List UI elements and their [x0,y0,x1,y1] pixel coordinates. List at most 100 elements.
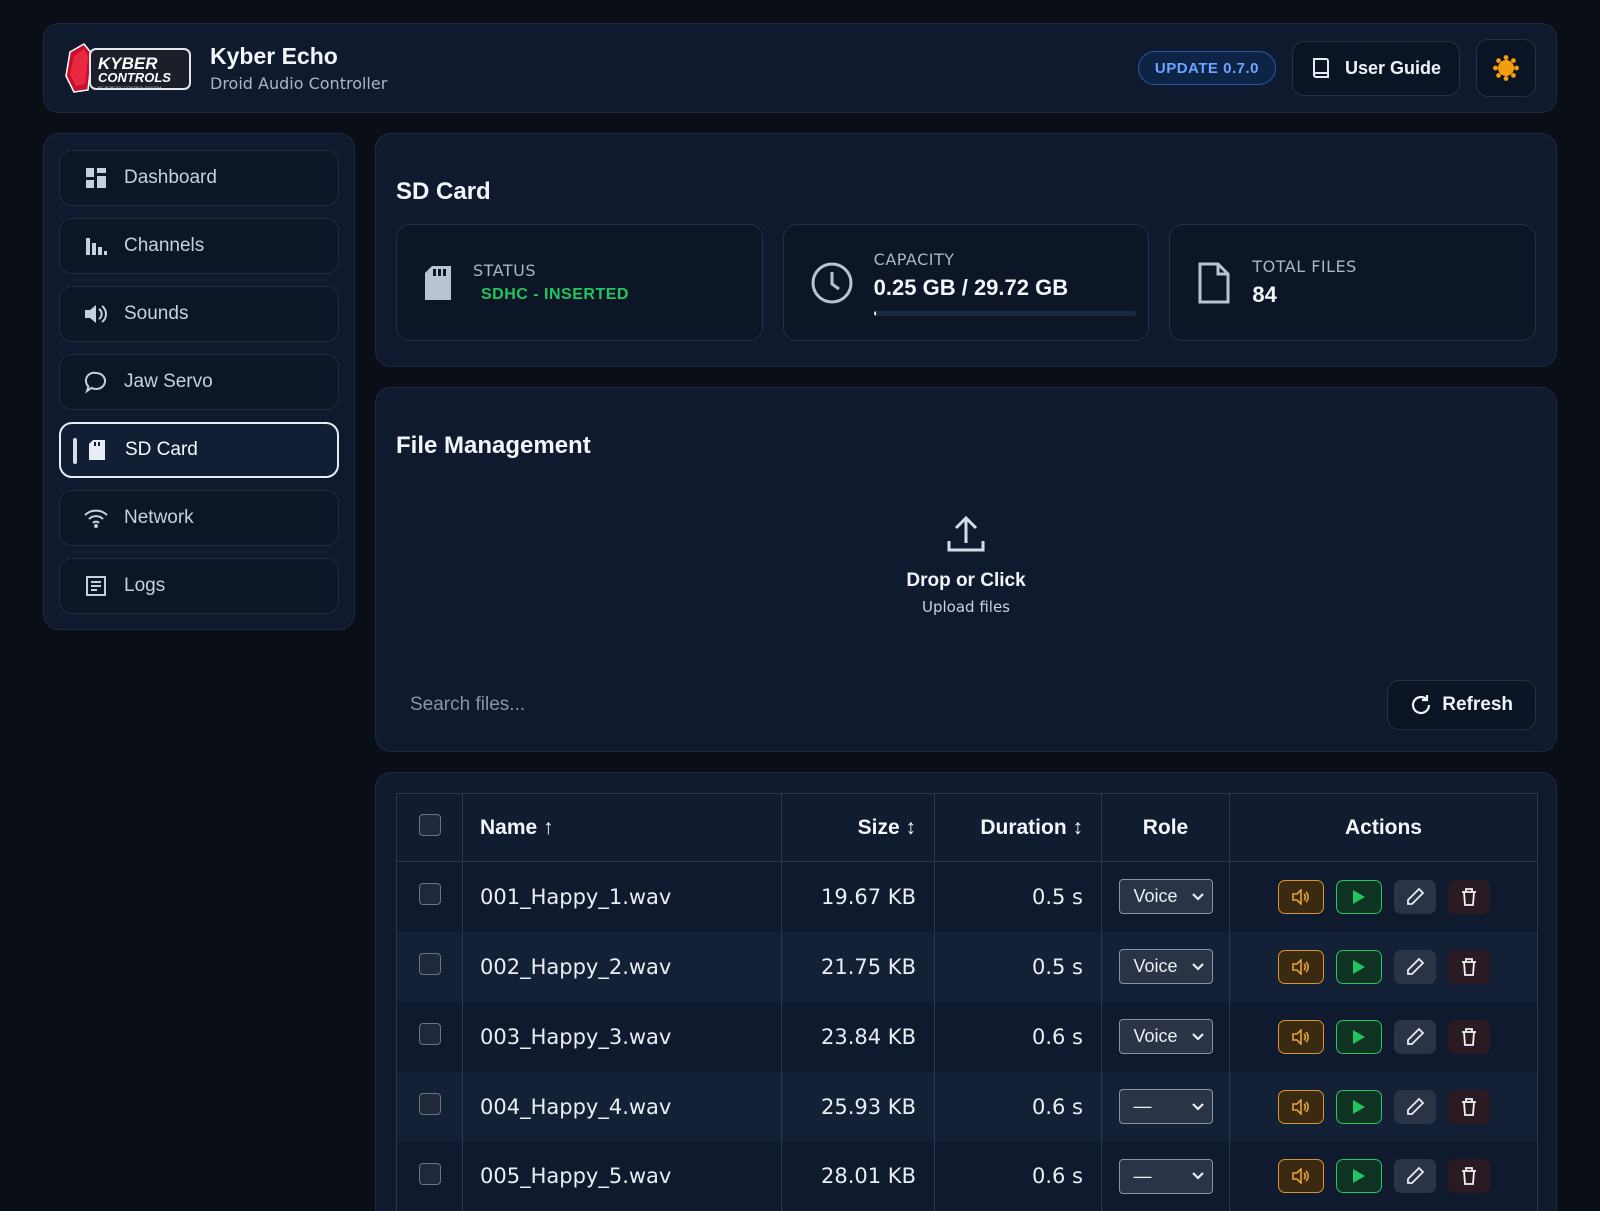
file-icon [1198,262,1230,303]
sidebar-item-label: Channels [124,235,205,256]
name-column-header[interactable]: Name ↑ [462,793,782,862]
speaker-icon [84,302,108,326]
volume-icon [1291,958,1309,975]
sidebar-item-channels[interactable]: Channels [59,218,339,274]
role-select-value: Voice [1133,886,1178,907]
size-column-header[interactable]: Size ↕ [781,793,935,862]
logo-text-bottom: CONTROLS [98,70,171,85]
sidebar-item-network[interactable]: Network [59,490,339,546]
set-role-sound-button[interactable] [1277,1019,1324,1054]
delete-button[interactable] [1447,1159,1490,1194]
file-size-cell: 23.84 KB [781,1001,935,1072]
refresh-button[interactable]: Refresh [1387,680,1536,730]
file-management-title: File Management [396,432,591,459]
role-select[interactable]: Voice [1118,879,1213,915]
rename-button[interactable] [1393,879,1436,914]
rename-button[interactable] [1393,1019,1436,1054]
rename-button[interactable] [1393,949,1436,984]
play-icon [1352,1099,1365,1114]
role-select-value: — [1133,1165,1152,1186]
play-icon [1352,889,1365,904]
book-icon [1312,58,1329,78]
volume-icon [1291,888,1309,905]
file-duration-cell: 0.6 s [934,1141,1102,1211]
row-checkbox[interactable] [418,953,441,975]
select-all-checkbox[interactable] [418,813,441,836]
play-button[interactable] [1335,1089,1382,1124]
delete-button[interactable] [1447,949,1490,984]
sidebar-item-label: Jaw Servo [124,371,213,392]
upload-icon [947,515,985,552]
file-name-cell: 001_Happy_1.wav [462,861,782,932]
chevron-down-icon [1191,1032,1204,1041]
role-select-value: — [1133,1096,1152,1116]
kyber-controls-logo: KYBER CONTROLS RC ROBOTIC CONTROL SYSTEM [64,40,194,96]
upload-dropzone[interactable]: Drop or Click Upload files [376,513,1556,616]
logs-icon [84,574,108,598]
app-title: Kyber Echo [210,43,338,69]
channels-icon [84,234,108,258]
user-guide-label: User Guide [1344,57,1441,78]
sidebar-item-sd-card[interactable]: SD Card [59,422,339,478]
volume-icon [1291,1098,1309,1115]
pencil-icon [1406,887,1424,905]
actions-column-header: Actions [1229,793,1538,862]
row-checkbox[interactable] [418,1162,441,1185]
file-name-cell: 005_Happy_5.wav [462,1141,782,1211]
file-management-panel: File Management Drop or Click Upload fil… [375,387,1557,752]
update-badge[interactable]: UPDATE 0.7.0 [1137,51,1276,85]
file-duration-cell: 0.5 s [934,861,1102,932]
duration-column-header[interactable]: Duration ↕ [934,793,1102,862]
sidebar-item-sounds[interactable]: Sounds [59,286,339,342]
file-duration-cell: 0.6 s [934,1071,1102,1142]
row-checkbox[interactable] [418,1023,441,1045]
delete-button[interactable] [1447,1089,1490,1124]
role-select[interactable]: — [1118,1158,1213,1194]
chevron-down-icon [1191,892,1204,901]
dropzone-subtitle: Upload files [922,598,1010,616]
play-button[interactable] [1335,879,1382,914]
app-subtitle: Droid Audio Controller [210,74,388,93]
play-button[interactable] [1335,1019,1382,1054]
file-duration-cell: 0.5 s [934,931,1102,1002]
status-value: SDHC - INSERTED [481,286,629,303]
rename-button[interactable] [1393,1089,1436,1124]
capacity-stat: CAPACITY 0.25 GB / 29.72 GB [782,224,1150,341]
role-select[interactable]: Voice [1118,949,1213,984]
sidebar-item-jaw-servo[interactable]: Jaw Servo [59,354,339,410]
row-checkbox[interactable] [418,1093,441,1115]
pencil-icon [1406,1166,1424,1185]
total-files-label: TOTAL FILES [1252,257,1357,276]
sidebar-item-label: SD Card [125,439,198,460]
total-files-value: 84 [1252,282,1277,307]
capacity-bar [873,310,1136,316]
select-all-header [396,793,463,862]
delete-button[interactable] [1447,1019,1490,1054]
sidebar-item-logs[interactable]: Logs [59,558,339,614]
sun-icon [1493,55,1519,81]
set-role-sound-button[interactable] [1277,949,1324,984]
trash-icon [1461,957,1476,976]
delete-button[interactable] [1447,879,1490,914]
role-select[interactable]: Voice [1118,1019,1213,1054]
capacity-value: 0.25 GB / 29.72 GB [873,274,1069,300]
user-guide-button[interactable]: User Guide [1291,40,1460,96]
set-role-sound-button[interactable] [1277,1159,1324,1194]
play-button[interactable] [1335,949,1382,984]
volume-icon [1291,1168,1309,1185]
set-role-sound-button[interactable] [1277,879,1324,914]
row-checkbox[interactable] [418,883,441,906]
sidebar-item-dashboard[interactable]: Dashboard [59,150,339,206]
file-table-panel: Name ↑ Size ↕ Duration ↕ Role Actions 00… [375,772,1557,1211]
rename-button[interactable] [1393,1159,1436,1194]
role-select[interactable]: — [1118,1089,1213,1124]
theme-toggle-button[interactable] [1476,39,1536,97]
file-size-cell: 19.67 KB [781,861,935,932]
logo-tagline: RC ROBOTIC CONTROL SYSTEM [98,85,161,90]
search-input[interactable] [396,680,1356,730]
trash-icon [1461,1167,1476,1186]
sd-card-icon [85,438,109,462]
sidebar-item-label: Network [124,507,194,528]
set-role-sound-button[interactable] [1277,1089,1324,1124]
play-button[interactable] [1335,1159,1382,1194]
